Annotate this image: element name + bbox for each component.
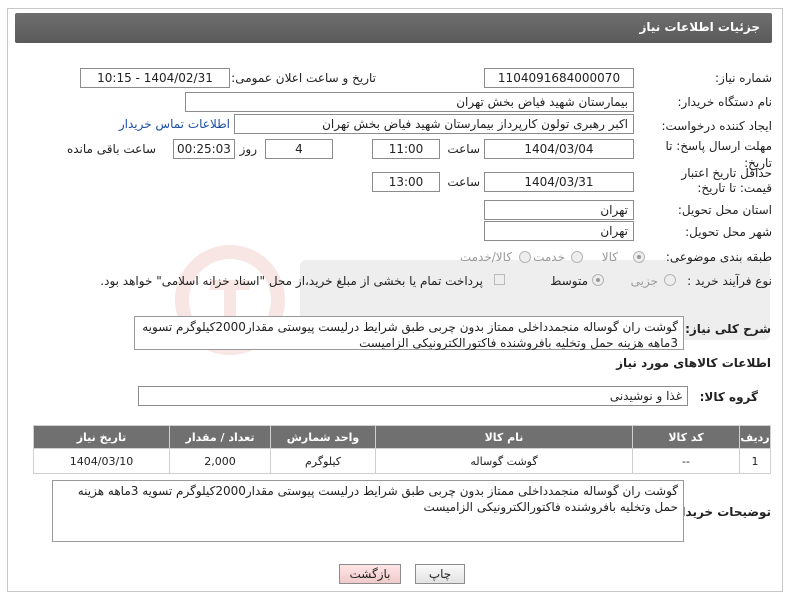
buyer-org-label: نام دستگاه خریدار: bbox=[677, 95, 773, 109]
goods-table-header: ردیف کد کالا نام کالا واحد شمارش تعداد /… bbox=[33, 425, 771, 449]
description-textarea[interactable]: گوشت ران گوساله منجمدداخلی ممتاز بدون چر… bbox=[134, 316, 684, 350]
goods-group-field: غذا و نوشیدنی bbox=[138, 386, 688, 406]
city-field: تهران bbox=[484, 221, 634, 241]
col-row: ردیف bbox=[739, 425, 771, 449]
reply-time-field: 11:00 bbox=[372, 139, 440, 159]
category-option-service: خدمت bbox=[533, 250, 565, 264]
cell-row: 1 bbox=[739, 448, 771, 474]
col-name: نام کالا bbox=[375, 425, 633, 449]
category-option-goods-service: کالا/خدمت bbox=[459, 250, 512, 264]
goods-section-title: اطلاعات کالاهای مورد نیاز bbox=[616, 356, 771, 370]
goods-table: ردیف کد کالا نام کالا واحد شمارش تعداد /… bbox=[33, 425, 771, 474]
process-label: نوع فرآیند خرید : bbox=[687, 274, 772, 288]
remaining-time-label: ساعت باقی مانده bbox=[66, 142, 156, 156]
buyer-org-field: بیمارستان شهید فیاض بخش تهران bbox=[185, 92, 634, 112]
category-radio-goods-service[interactable] bbox=[519, 251, 531, 263]
cell-name: گوشت گوساله bbox=[375, 448, 633, 474]
price-date-field: 1404/03/31 bbox=[484, 172, 634, 192]
col-unit: واحد شمارش bbox=[270, 425, 376, 449]
creator-label: ایجاد کننده درخواست: bbox=[661, 119, 772, 133]
reply-time-label: ساعت bbox=[447, 142, 480, 156]
col-qty: تعداد / مقدار bbox=[169, 425, 271, 449]
cell-date: 1404/03/10 bbox=[33, 448, 170, 474]
reply-date-field: 1404/03/04 bbox=[484, 139, 634, 159]
description-label: شرح کلی نیاز: bbox=[685, 322, 771, 336]
days-remaining-field: 4 bbox=[265, 139, 333, 159]
price-time-label: ساعت bbox=[447, 175, 480, 189]
need-number-label: شماره نیاز: bbox=[715, 71, 772, 85]
cell-code: -- bbox=[632, 448, 740, 474]
back-button[interactable]: بازگشت bbox=[339, 564, 401, 584]
col-date: تاریخ نیاز bbox=[33, 425, 170, 449]
category-option-goods: کالا bbox=[601, 250, 618, 264]
cell-unit: کیلوگرم bbox=[270, 448, 376, 474]
announce-datetime-field: 1404/02/31 - 10:15 bbox=[80, 68, 230, 88]
buyer-notes-label: توضیحات خریدار: bbox=[669, 505, 771, 519]
price-validity-label: حداقل تاریخ اعتبار قیمت: تا تاریخ: bbox=[681, 166, 772, 195]
page-title: جزئیات اطلاعات نیاز bbox=[639, 20, 760, 34]
col-code: کد کالا bbox=[632, 425, 740, 449]
category-label: طبقه بندی موضوعی: bbox=[665, 250, 772, 264]
buyer-contact-link[interactable]: اطلاعات تماس خریدار bbox=[119, 117, 230, 131]
page-header: جزئیات اطلاعات نیاز bbox=[15, 13, 772, 43]
print-button[interactable]: چاپ bbox=[415, 564, 465, 584]
process-option-medium: متوسط bbox=[550, 274, 588, 288]
buyer-notes-textarea[interactable]: گوشت ران گوساله منجمدداخلی ممتاز بدون چر… bbox=[52, 480, 684, 542]
process-radio-medium[interactable] bbox=[592, 274, 604, 286]
treasury-checkbox[interactable] bbox=[494, 274, 505, 285]
need-number-field: 1104091684000070 bbox=[484, 68, 634, 88]
payment-note: پرداخت تمام یا بخشی از مبلغ خرید،از محل … bbox=[100, 274, 483, 288]
process-option-partial: جزیی bbox=[630, 274, 658, 288]
table-row: 1 -- گوشت گوساله کیلوگرم 2,000 1404/03/1… bbox=[33, 448, 771, 474]
cell-qty: 2,000 bbox=[169, 448, 271, 474]
remaining-time-field: 00:25:03 bbox=[173, 139, 235, 159]
province-label: استان محل تحویل: bbox=[677, 203, 772, 217]
price-time-field: 13:00 bbox=[372, 172, 440, 192]
process-radio-partial[interactable] bbox=[664, 274, 676, 286]
province-field: تهران bbox=[484, 200, 634, 220]
category-radio-goods[interactable] bbox=[633, 251, 645, 263]
goods-group-label: گروه کالا: bbox=[699, 390, 758, 404]
category-radio-service[interactable] bbox=[571, 251, 583, 263]
announce-label: تاریخ و ساعت اعلان عمومی: bbox=[231, 71, 376, 85]
creator-field: اکبر رهبری تولون کارپرداز بیمارستان شهید… bbox=[234, 114, 634, 134]
city-label: شهر محل تحویل: bbox=[685, 225, 772, 239]
